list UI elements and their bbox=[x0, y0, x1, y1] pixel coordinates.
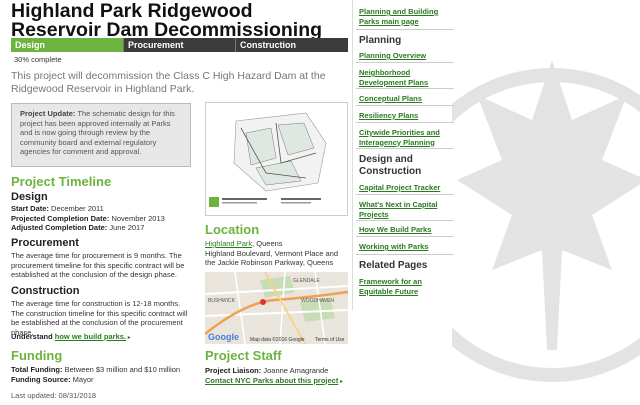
sidebar-rule bbox=[356, 29, 454, 30]
sidebar-item-planning-overview[interactable]: Planning Overview bbox=[359, 51, 454, 61]
sidebar-rule bbox=[356, 194, 454, 195]
sidebar-item-resiliency-plans[interactable]: Resiliency Plans bbox=[359, 111, 454, 121]
sidebar-item-working-with-parks[interactable]: Working with Parks bbox=[359, 242, 454, 252]
procurement-text: The average time for procurement is 9 mo… bbox=[11, 251, 185, 279]
timeline-heading: Project Timeline bbox=[11, 174, 112, 189]
map-label-woodhaven: WOODHAVEN bbox=[301, 298, 334, 304]
sidebar-item-citywide-priorities[interactable]: Citywide Priorities and Interagency Plan… bbox=[359, 128, 454, 147]
update-label: Project Update: bbox=[20, 109, 76, 118]
sidebar-item-conceptual-plans[interactable]: Conceptual Plans bbox=[359, 94, 454, 104]
funding-source-label: Funding Source: bbox=[11, 374, 71, 384]
total-funding-label: Total Funding: bbox=[11, 365, 63, 374]
understand-label: Understand bbox=[11, 332, 55, 341]
sidebar-rule bbox=[356, 220, 454, 221]
location-details: Highland Park, Queens Highland Boulevard… bbox=[205, 239, 350, 268]
sidebar-rule bbox=[356, 62, 454, 63]
related-pages-heading: Related Pages bbox=[359, 260, 428, 271]
tab-design[interactable]: Design bbox=[11, 38, 124, 52]
funding-source-value: Mayor bbox=[70, 374, 94, 384]
sidebar-rule bbox=[356, 122, 454, 123]
sidebar-rule bbox=[356, 236, 454, 237]
project-update-box: Project Update: The schematic design for… bbox=[11, 103, 191, 167]
project-intro: This project will decommission the Class… bbox=[11, 70, 326, 95]
map-label-bushwick: BUSHWICK bbox=[208, 298, 236, 304]
sidebar-divider bbox=[352, 0, 353, 310]
staff-details: Project Liaison: Joanne Amagrande Contac… bbox=[205, 366, 355, 387]
google-logo: Google bbox=[208, 332, 239, 342]
location-map[interactable]: GLENDALE BUSHWICK WOODHAVEN Google Map d… bbox=[205, 272, 348, 344]
projected-label: Projected Completion Date: bbox=[11, 213, 110, 223]
map-drawing: GLENDALE BUSHWICK WOODHAVEN Google Map d… bbox=[205, 272, 348, 344]
sidebar-item-neighborhood-plans[interactable]: Neighborhood Development Plans bbox=[359, 68, 454, 87]
tab-construction[interactable]: Construction bbox=[236, 38, 348, 52]
page-title: Highland Park Ridgewood Reservoir Dam De… bbox=[11, 0, 323, 41]
sidebar-item-framework[interactable]: Framework for an Equitable Future bbox=[359, 277, 454, 296]
park-link[interactable]: Highland Park bbox=[205, 239, 252, 248]
funding-details: Total Funding: Between $3 million and $1… bbox=[11, 365, 201, 384]
location-heading: Location bbox=[205, 222, 260, 237]
sidebar-item-capital-tracker[interactable]: Capital Project Tracker bbox=[359, 183, 454, 193]
funding-heading: Funding bbox=[11, 348, 63, 363]
liaison-value: Joanne Amagrande bbox=[261, 366, 329, 375]
tab-procurement[interactable]: Procurement bbox=[124, 38, 236, 52]
design-dates: Start Date: December 2011 Projected Comp… bbox=[11, 204, 201, 233]
procurement-heading: Procurement bbox=[11, 237, 79, 249]
construction-heading: Construction bbox=[11, 285, 80, 297]
adjusted-value: June 2017 bbox=[107, 223, 145, 232]
adjusted-label: Adjusted Completion Date: bbox=[11, 223, 108, 232]
start-value: December 2011 bbox=[48, 204, 104, 213]
phase-tabs: Design Procurement Construction bbox=[11, 38, 348, 52]
design-construction-heading: Design and Construction bbox=[359, 154, 422, 177]
sidebar-rule bbox=[356, 88, 454, 89]
chevron-right-icon: ▸ bbox=[338, 378, 344, 385]
borough-text: , Queens bbox=[252, 239, 283, 248]
sidebar-rule bbox=[356, 105, 454, 106]
site-plan-image[interactable] bbox=[205, 102, 348, 216]
map-attribution: Map data ©2016 Google bbox=[250, 336, 305, 343]
sidebar-rule bbox=[356, 148, 454, 149]
understand-line: Understand how we build parks. ▸ bbox=[11, 332, 131, 344]
address-text: Highland Boulevard, Vermont Place and th… bbox=[205, 248, 339, 268]
sidebar-item-whats-next[interactable]: What's Next in Capital Projects bbox=[359, 200, 454, 219]
staff-heading: Project Staff bbox=[205, 348, 282, 363]
sidebar-rule bbox=[356, 254, 454, 255]
projected-value: November 2013 bbox=[109, 213, 165, 223]
total-funding-value: Between $3 million and $10 million bbox=[62, 365, 181, 374]
site-plan-drawing bbox=[206, 103, 347, 215]
sidebar-main-page-link[interactable]: Planning and Building Parks main page bbox=[359, 7, 454, 26]
map-terms-link[interactable]: Terms of Use bbox=[315, 337, 345, 343]
chevron-right-icon: ▸ bbox=[126, 335, 131, 341]
progress-text: 30% complete bbox=[14, 55, 62, 64]
start-label: Start Date: bbox=[11, 204, 49, 213]
leaf-watermark bbox=[452, 60, 640, 382]
sidebar-item-how-we-build[interactable]: How We Build Parks bbox=[359, 225, 454, 235]
last-updated: Last updated: 08/31/2018 bbox=[11, 391, 97, 400]
map-label-glendale: GLENDALE bbox=[293, 278, 320, 284]
liaison-label: Project Liaison: bbox=[205, 366, 262, 375]
how-we-build-link[interactable]: how we build parks. bbox=[55, 332, 126, 341]
design-heading: Design bbox=[11, 191, 48, 203]
contact-link[interactable]: Contact NYC Parks about this project bbox=[205, 376, 338, 385]
planning-heading: Planning bbox=[359, 35, 402, 46]
